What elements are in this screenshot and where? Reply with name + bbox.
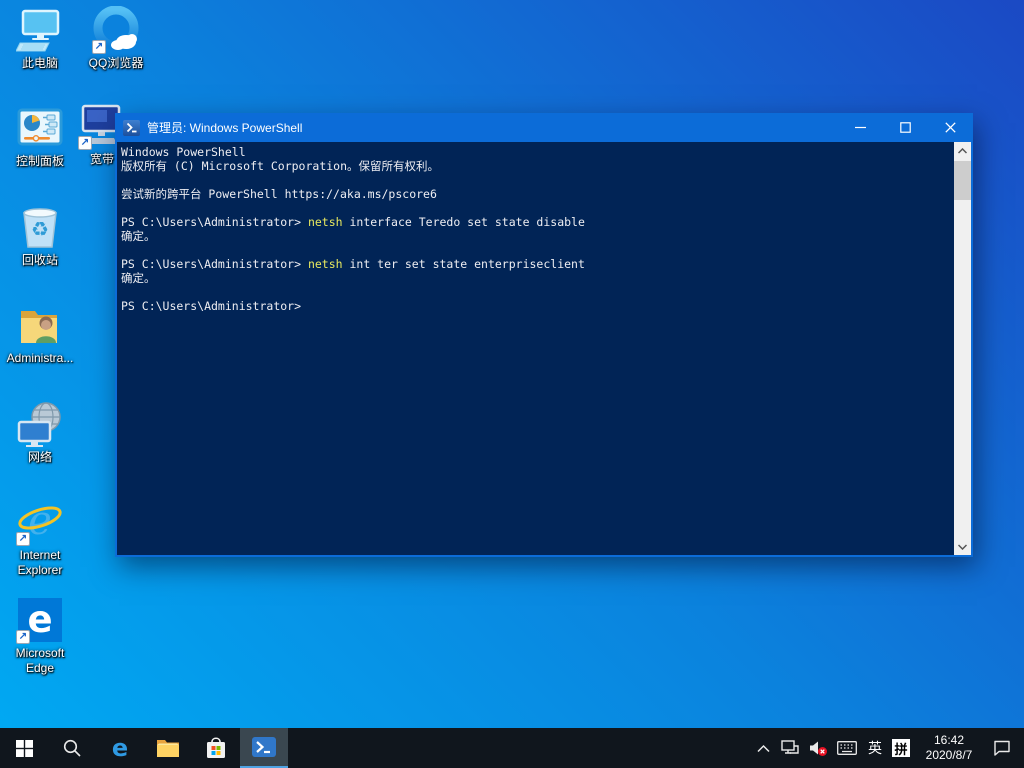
window-titlebar[interactable]: 管理员: Windows PowerShell [115, 113, 973, 142]
tray-touch-keyboard-icon[interactable] [832, 728, 862, 768]
console-output[interactable]: Windows PowerShell版权所有 (C) Microsoft Cor… [117, 142, 952, 555]
console-line: PS C:\Users\Administrator> netsh interfa… [121, 215, 950, 229]
taskbar: e [0, 728, 1024, 768]
close-button[interactable] [928, 113, 973, 142]
shortcut-arrow-icon: ↗ [78, 136, 92, 150]
console-line [121, 243, 950, 257]
desktop-icon-this-pc[interactable]: 此电脑 [2, 6, 78, 71]
icon-label: 控制面板 [16, 154, 64, 169]
desktop-icon-network[interactable]: 网络 [2, 400, 78, 465]
console-line: Windows PowerShell [121, 145, 950, 159]
tray-volume-muted-icon[interactable] [804, 728, 832, 768]
shortcut-arrow-icon: ↗ [16, 630, 30, 644]
this-pc-icon [16, 6, 64, 54]
qq-browser-icon: ↗ [92, 6, 140, 54]
desktop-icon-admin-folder[interactable]: Administra... [2, 301, 78, 366]
system-tray: 英 拼 16:42 2020/8/7 [750, 728, 1024, 768]
console-line: 尝试新的跨平台 PowerShell https://aka.ms/pscore… [121, 187, 950, 201]
user-folder-icon [16, 301, 64, 349]
desktop-icon-recycle-bin[interactable]: ♻ 回收站 [2, 203, 78, 268]
console-scrollbar[interactable] [954, 142, 971, 555]
console-line [121, 173, 950, 187]
tray-ime-language[interactable]: 英 [862, 728, 888, 768]
scroll-up-button[interactable] [954, 142, 971, 159]
console-line: PS C:\Users\Administrator> [121, 299, 950, 313]
tray-show-hidden-icons[interactable] [750, 728, 776, 768]
tray-ime-mode[interactable]: 拼 [888, 728, 914, 768]
desktop-icon-microsoft-edge[interactable]: e ↗ Microsoft Edge [2, 596, 78, 676]
start-button[interactable] [0, 728, 48, 768]
powershell-window: 管理员: Windows PowerShell Windows PowerShe… [115, 113, 973, 557]
network-icon [16, 400, 64, 448]
desktop-icon-qq-browser[interactable]: ↗ QQ浏览器 [78, 6, 154, 71]
console-line: 确定。 [121, 229, 950, 243]
svg-text:e: e [112, 735, 128, 761]
clock-date: 2020/8/7 [926, 748, 973, 763]
console-line: 版权所有 (C) Microsoft Corporation。保留所有权利。 [121, 159, 950, 173]
icon-label: 回收站 [22, 253, 58, 268]
desktop-icon-internet-explorer[interactable]: e ↗ Internet Explorer [2, 498, 78, 578]
icon-label: Microsoft Edge [2, 646, 78, 676]
icon-label: 此电脑 [22, 56, 58, 71]
scrollbar-track[interactable] [954, 159, 971, 538]
icon-label: QQ浏览器 [89, 56, 144, 71]
powershell-icon [123, 120, 140, 136]
console-line [121, 285, 950, 299]
control-panel-icon [16, 104, 64, 152]
console-line [121, 201, 950, 215]
action-center-button[interactable] [984, 728, 1020, 768]
icon-label: 宽带 [90, 152, 114, 167]
microsoft-edge-icon: e ↗ [16, 596, 64, 644]
recycle-bin-icon: ♻ [16, 203, 64, 251]
console-line: 确定。 [121, 271, 950, 285]
shortcut-arrow-icon: ↗ [92, 40, 106, 54]
icon-label: Internet Explorer [2, 548, 78, 578]
taskbar-edge-button[interactable]: e [96, 728, 144, 768]
taskbar-powershell-button[interactable] [240, 728, 288, 768]
minimize-button[interactable] [838, 113, 883, 142]
taskbar-file-explorer-button[interactable] [144, 728, 192, 768]
search-button[interactable] [48, 728, 96, 768]
icon-label: 网络 [28, 450, 52, 465]
svg-text:e: e [27, 598, 52, 641]
tray-clock[interactable]: 16:42 2020/8/7 [914, 728, 984, 768]
scroll-down-button[interactable] [954, 538, 971, 555]
desktop-icon-control-panel[interactable]: 控制面板 [2, 104, 78, 169]
internet-explorer-icon: e ↗ [16, 498, 64, 546]
tray-network-icon[interactable] [776, 728, 804, 768]
scrollbar-thumb[interactable] [954, 161, 971, 200]
taskbar-store-button[interactable] [192, 728, 240, 768]
console-line: PS C:\Users\Administrator> netsh int ter… [121, 257, 950, 271]
clock-time: 16:42 [934, 733, 964, 748]
svg-text:e: e [28, 498, 52, 544]
svg-text:♻: ♻ [31, 217, 49, 241]
window-title: 管理员: Windows PowerShell [147, 119, 302, 136]
icon-label: Administra... [7, 351, 74, 366]
console-area[interactable]: Windows PowerShell版权所有 (C) Microsoft Cor… [115, 142, 973, 557]
maximize-button[interactable] [883, 113, 928, 142]
ime-mode-box: 拼 [892, 739, 910, 757]
shortcut-arrow-icon: ↗ [16, 532, 30, 546]
